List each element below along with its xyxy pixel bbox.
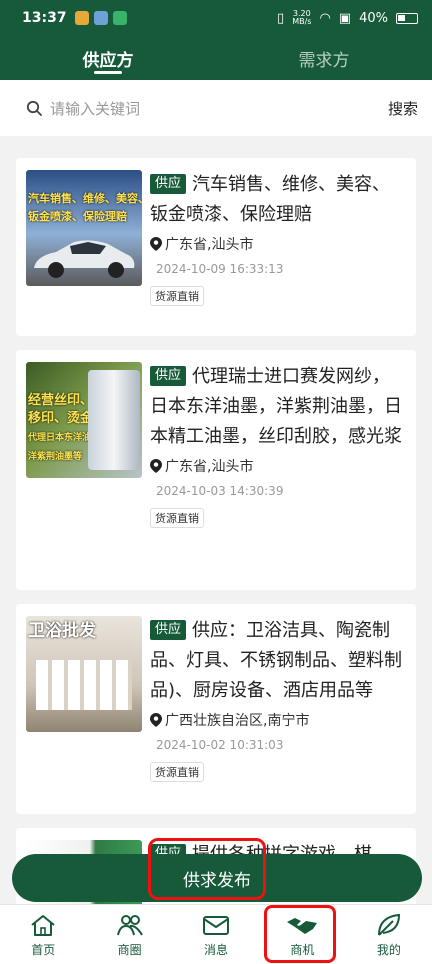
nav-home-label: 首页 bbox=[31, 943, 56, 957]
supply-badge: 供应 bbox=[150, 620, 187, 640]
search-icon bbox=[26, 100, 42, 116]
tab-demander-label: 需求方 bbox=[298, 51, 350, 71]
item-thumbnail: 汽车销售、维修、美容、 钣金喷漆、保险理赔 bbox=[26, 170, 142, 286]
nav-messages[interactable]: 消息 bbox=[173, 905, 259, 964]
supply-list: 汽车销售、维修、美容、 钣金喷漆、保险理赔 供应 汽车销售、维修、美容、钣金喷漆、保… bbox=[16, 158, 416, 922]
list-item[interactable]: 经营丝印、 移印、烫金 代理日本东洋油墨 洋紫荆油墨等 供应 代理瑞士进口赛发网纱，日本… bbox=[16, 350, 416, 590]
status-bar: 13:37 ▯ 3.20 MB/s ◠ ▣ 40% bbox=[0, 0, 432, 36]
home-icon bbox=[31, 915, 55, 936]
nav-home[interactable]: 首页 bbox=[0, 905, 86, 964]
wallet-app-icon bbox=[112, 11, 127, 25]
tab-bar: 供应方 需求方 bbox=[0, 36, 432, 80]
nav-mine[interactable]: 我的 bbox=[346, 905, 432, 964]
tab-demander[interactable]: 需求方 bbox=[216, 36, 432, 80]
nav-circle[interactable]: 商圈 bbox=[86, 905, 172, 964]
thumbnail-caption: 汽车销售、维修、美容、 钣金喷漆、保险理赔 bbox=[28, 192, 142, 223]
item-location: 广西壮族自治区,南宁市 bbox=[150, 710, 406, 730]
mail-icon bbox=[203, 916, 230, 935]
item-thumbnail: 经营丝印、 移印、烫金 代理日本东洋油墨 洋紫荆油墨等 bbox=[26, 362, 142, 478]
weibo-app-icon bbox=[74, 11, 89, 25]
item-tag: 货源直销 bbox=[150, 762, 204, 782]
vibrate-icon: ▯ bbox=[277, 10, 285, 26]
wifi-icon: ◠ bbox=[319, 10, 331, 26]
search-bar: 请输入关键词 搜索 bbox=[0, 80, 432, 136]
item-thumbnail: 卫浴批发 bbox=[26, 616, 142, 732]
search-input[interactable]: 请输入关键词 bbox=[50, 98, 388, 119]
nav-messages-label: 消息 bbox=[204, 943, 229, 957]
item-tag: 货源直销 bbox=[150, 286, 204, 306]
item-date: 2024-10-03 14:30:39 bbox=[156, 484, 284, 498]
item-date: 2024-10-02 10:31:03 bbox=[156, 738, 284, 752]
ink-can-image bbox=[88, 370, 140, 470]
supply-badge: 供应 bbox=[150, 366, 187, 386]
status-time: 13:37 bbox=[22, 10, 67, 26]
item-info: 供应 代理瑞士进口赛发网纱，日本东洋油墨，洋紫荆油墨，日本精工油墨，丝印刮胶，感光… bbox=[142, 362, 406, 580]
top-bar: 13:37 ▯ 3.20 MB/s ◠ ▣ 40% 供应方 需求方 bbox=[0, 0, 432, 80]
game-app-icon bbox=[93, 11, 108, 25]
tab-active-indicator bbox=[94, 71, 122, 74]
list-item[interactable]: 卫浴批发 供应 供应：卫浴洁具、陶瓷制品、灯具、不锈钢制品、塑料制品)、厨房设备、… bbox=[16, 604, 416, 814]
item-location: 广东省,汕头市 bbox=[150, 234, 406, 254]
supply-badge: 供应 bbox=[150, 174, 187, 194]
network-speed: 3.20 MB/s bbox=[292, 9, 312, 26]
business-highlight-box bbox=[264, 905, 336, 963]
car-image bbox=[34, 240, 135, 278]
leaf-icon bbox=[377, 913, 400, 936]
people-icon bbox=[116, 915, 143, 936]
publish-highlight-box bbox=[148, 838, 266, 900]
showroom-image bbox=[36, 660, 132, 710]
list-item[interactable]: 汽车销售、维修、美容、 钣金喷漆、保险理赔 供应 汽车销售、维修、美容、钣金喷漆、保… bbox=[16, 158, 416, 336]
location-pin-icon bbox=[150, 237, 162, 251]
tab-supplier[interactable]: 供应方 bbox=[0, 36, 216, 80]
battery-icon bbox=[396, 12, 418, 24]
battery-text: 40% bbox=[359, 10, 388, 26]
item-title: 供应 代理瑞士进口赛发网纱，日本东洋油墨，洋紫荆油墨，日本精工油墨，丝印刮胶，感光… bbox=[150, 366, 402, 447]
nav-mine-label: 我的 bbox=[376, 943, 401, 957]
location-pin-icon bbox=[150, 459, 162, 473]
item-info: 供应 供应：卫浴洁具、陶瓷制品、灯具、不锈钢制品、塑料制品)、厨房设备、酒店用品等… bbox=[142, 616, 406, 804]
item-info: 供应 汽车销售、维修、美容、钣金喷漆、保险理赔 广东省,汕头市 2024-10-0… bbox=[142, 170, 406, 326]
nav-circle-label: 商圈 bbox=[117, 943, 142, 957]
item-title: 供应 供应：卫浴洁具、陶瓷制品、灯具、不锈钢制品、塑料制品)、厨房设备、酒店用品等 bbox=[150, 620, 402, 701]
item-title: 供应 汽车销售、维修、美容、钣金喷漆、保险理赔 bbox=[150, 174, 391, 225]
item-location: 广东省,汕头市 bbox=[150, 456, 406, 476]
tab-supplier-label: 供应方 bbox=[82, 51, 134, 71]
item-tag: 货源直销 bbox=[150, 508, 204, 528]
sim-icon: ▣ bbox=[338, 10, 352, 26]
item-date: 2024-10-09 16:33:13 bbox=[156, 262, 284, 276]
thumbnail-caption: 卫浴批发 bbox=[28, 621, 96, 641]
location-pin-icon bbox=[150, 713, 162, 727]
search-button[interactable]: 搜索 bbox=[388, 98, 418, 119]
bottom-nav: 首页 商圈 消息 商机 我的 bbox=[0, 904, 432, 964]
